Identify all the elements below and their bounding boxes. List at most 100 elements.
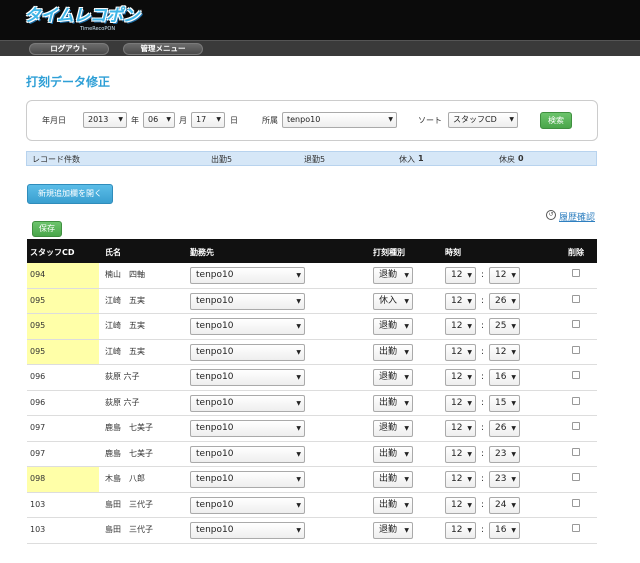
punch-type-select[interactable]: 出勤 ▼ [373,496,413,514]
hour-select[interactable]: 12 ▼ [445,496,476,514]
table-row: 095 江崎 五実 tenpo10 ▼ 退勤 ▼ 12 ▼:25 ▼ [27,314,597,340]
minute-select[interactable]: 23 ▼ [489,445,520,463]
workplace-select[interactable]: tenpo10 ▼ [190,522,305,539]
hour-select[interactable]: 12 ▼ [445,369,476,386]
hour-select[interactable]: 12 ▼ [445,292,476,310]
chevron-down-icon: ▼ [404,323,409,330]
time-separator: : [481,321,485,331]
punch-type-select[interactable]: 出勤 ▼ [373,445,413,463]
staff-cd: 095 [27,314,99,339]
search-button[interactable]: 検索 [540,112,572,129]
logout-button[interactable]: ログアウト [29,43,109,55]
workplace-select[interactable]: tenpo10 ▼ [190,420,305,437]
delete-checkbox[interactable] [572,269,580,277]
hour-select[interactable]: 12 ▼ [445,471,476,488]
punch-type-select[interactable]: 出勤 ▼ [373,343,413,361]
admin-menu-button[interactable]: 管理メニュー [123,43,203,55]
logo-subtext: TimeRecoPON [80,26,116,32]
staff-name: 島田 三代子 [105,499,153,509]
dept-select[interactable]: tenpo10 ▼ [282,112,397,128]
header-name: 氏名 [105,248,121,257]
table-row: 103 島田 三代子 tenpo10 ▼ 出勤 ▼ 12 ▼:24 ▼ [27,492,597,518]
workplace-select[interactable]: tenpo10 ▼ [190,445,305,463]
header-time: 時刻 [445,248,461,257]
punch-type-select[interactable]: 退勤 ▼ [373,369,413,386]
workplace-select[interactable]: tenpo10 ▼ [190,496,305,514]
day-select[interactable]: 17 ▼ [191,112,225,128]
hour-select[interactable]: 12 ▼ [445,318,476,335]
minute-select[interactable]: 26 ▼ [489,292,520,310]
in-count: 出勤5 [211,155,233,164]
minute-select[interactable]: 23 ▼ [489,471,520,488]
minute-select[interactable]: 16 ▼ [489,522,520,539]
delete-checkbox[interactable] [572,320,580,328]
minute-select[interactable]: 15 ▼ [489,394,520,412]
punch-type-select[interactable]: 出勤 ▼ [373,471,413,488]
minute-select[interactable]: 12 ▼ [489,267,520,284]
chevron-down-icon: ▼ [467,297,472,305]
chevron-down-icon: ▼ [511,348,516,356]
year-unit: 年 [131,116,139,125]
history-link[interactable]: 履歴確認 [559,210,595,223]
header-delete: 削除 [568,248,584,257]
hour-select[interactable]: 12 ▼ [445,420,476,437]
chevron-down-icon: ▼ [467,399,472,407]
workplace-select[interactable]: tenpo10 ▼ [190,369,305,386]
delete-checkbox[interactable] [572,473,580,481]
punch-type-select[interactable]: 退勤 ▼ [373,420,413,437]
delete-checkbox[interactable] [572,422,580,430]
chevron-down-icon: ▼ [404,272,409,279]
chevron-down-icon: ▼ [296,374,301,381]
chevron-down-icon: ▼ [118,116,123,123]
sort-select[interactable]: スタッフCD ▼ [448,112,518,128]
header-staff-cd: スタッフCD [30,248,75,257]
minute-select[interactable]: 16 ▼ [489,369,520,386]
punch-type-select[interactable]: 退勤 ▼ [373,522,413,539]
delete-checkbox[interactable] [572,447,580,456]
punch-type-select[interactable]: 退勤 ▼ [373,318,413,335]
chevron-down-icon: ▼ [511,323,516,330]
delete-checkbox[interactable] [572,371,580,379]
hour-select[interactable]: 12 ▼ [445,445,476,463]
hour-select[interactable]: 12 ▼ [445,343,476,361]
staff-name: 鹿島 七美子 [105,448,153,458]
workplace-select[interactable]: tenpo10 ▼ [190,394,305,412]
delete-checkbox[interactable] [572,524,580,532]
delete-checkbox[interactable] [572,345,580,354]
workplace-select[interactable]: tenpo10 ▼ [190,267,305,284]
minute-select[interactable]: 12 ▼ [489,343,520,361]
minute-select[interactable]: 24 ▼ [489,496,520,514]
time-separator: : [481,295,485,306]
punch-type-select[interactable]: 出勤 ▼ [373,394,413,412]
app-logo[interactable]: タイムレコポン TimeRecoPON [24,6,140,34]
add-new-row-button[interactable]: 新規追加欄を開く [27,184,113,204]
punch-type-select[interactable]: 退勤 ▼ [373,267,413,284]
table-row: 095 江崎 五実 tenpo10 ▼ 休入 ▼ 12 ▼:26 ▼ [27,288,597,314]
punch-type-select[interactable]: 休入 ▼ [373,292,413,310]
chevron-down-icon: ▼ [511,476,516,483]
year-select[interactable]: 2013 ▼ [83,112,127,128]
minute-select[interactable]: 25 ▼ [489,318,520,335]
delete-checkbox[interactable] [572,396,580,405]
workplace-select[interactable]: tenpo10 ▼ [190,292,305,310]
save-button[interactable]: 保存 [32,221,62,237]
chevron-down-icon: ▼ [296,272,301,279]
hour-select[interactable]: 12 ▼ [445,267,476,284]
delete-checkbox[interactable] [572,294,580,303]
staff-cd: 098 [27,467,99,492]
chevron-down-icon: ▼ [511,425,516,432]
hour-select[interactable]: 12 ▼ [445,522,476,539]
minute-select[interactable]: 26 ▼ [489,420,520,437]
workplace-select[interactable]: tenpo10 ▼ [190,343,305,361]
month-select[interactable]: 06 ▼ [143,112,175,128]
staff-cd: 103 [30,499,46,509]
history-icon[interactable]: ↺ [546,210,556,220]
workplace-select[interactable]: tenpo10 ▼ [190,471,305,488]
workplace-select[interactable]: tenpo10 ▼ [190,318,305,335]
hour-select[interactable]: 12 ▼ [445,394,476,412]
table-row: 094 楠山 四軸 tenpo10 ▼ 退勤 ▼ 12 ▼:12 ▼ [27,263,597,289]
delete-checkbox[interactable] [572,498,580,507]
chevron-down-icon: ▼ [467,323,472,330]
chevron-down-icon: ▼ [296,348,301,356]
record-summary-bar: レコード件数 出勤5 退勤5 休入 1 休戻 0 [26,151,597,166]
